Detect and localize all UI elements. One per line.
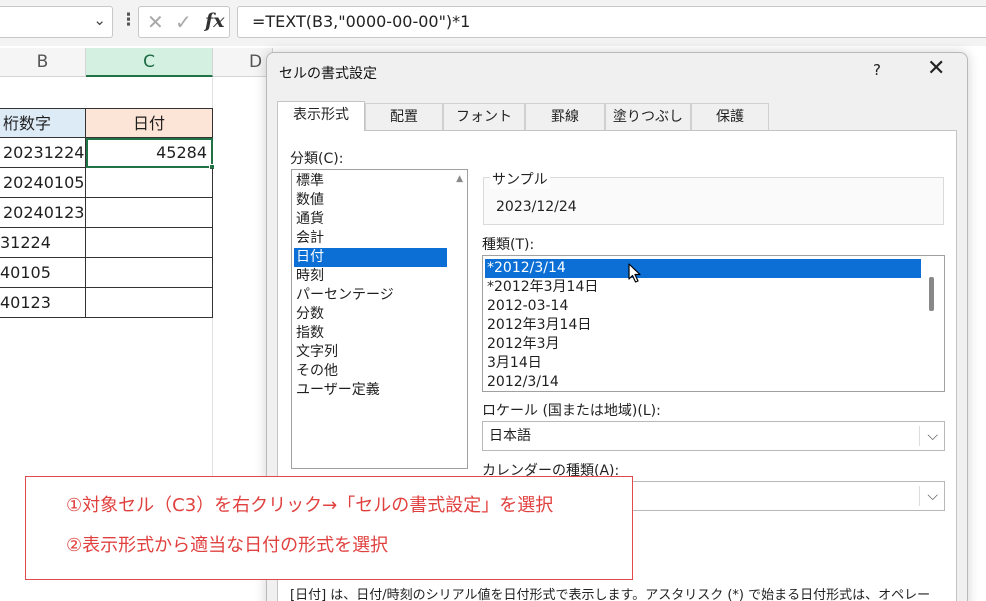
column-header-d[interactable]: D (213, 48, 273, 77)
cell-c8[interactable] (86, 288, 213, 318)
sample-label: サンプル (490, 169, 550, 189)
close-icon[interactable]: ✕ (927, 57, 945, 81)
vertical-dots-icon[interactable]: ⋮ (120, 10, 137, 30)
divider (919, 486, 920, 506)
tab-bar: 表示形式 配置 フォント 罫線 塗りつぶし 保護 (277, 101, 957, 131)
cell-c3[interactable]: 45284 (86, 138, 213, 168)
list-item[interactable]: 時刻 (294, 267, 447, 286)
tab-font[interactable]: フォント (443, 103, 525, 130)
type-label: 種類(T): (482, 237, 535, 253)
cell-c4[interactable] (86, 168, 213, 198)
tab-number[interactable]: 表示形式 (277, 101, 365, 131)
formula-bar: ⌄ ⋮ ✕ ✓ fx =TEXT(B3,"0000-00-00")*1 (0, 0, 986, 46)
cell-c6[interactable] (86, 228, 213, 258)
instruction-callout: ①対象セル（C3）を右クリック→「セルの書式設定」を選択 ②表示形式から適当な日… (25, 476, 633, 580)
format-description: [日付] は、日付/時刻のシリアル値を日付形式で表示します。アスタリスク (*)… (290, 588, 931, 601)
list-item[interactable]: 2012-03-14 (485, 297, 921, 316)
help-icon[interactable]: ? (873, 61, 881, 79)
cell-b4[interactable]: 20240105 (0, 168, 86, 198)
list-item[interactable]: その他 (294, 362, 447, 381)
formula-input[interactable]: =TEXT(B3,"0000-00-00")*1 (237, 6, 986, 38)
cell-b8[interactable]: 40123 (0, 288, 86, 318)
cell-b3[interactable]: 20231224 (0, 138, 86, 168)
chevron-down-icon[interactable]: ⌄ (93, 11, 106, 29)
list-item-selected[interactable]: 日付 (294, 248, 447, 267)
list-item[interactable]: 指数 (294, 324, 447, 343)
mouse-cursor-icon (628, 263, 641, 283)
check-icon[interactable]: ✓ (175, 10, 192, 34)
locale-value: 日本語 (489, 428, 531, 444)
cell-c7[interactable] (86, 258, 213, 288)
locale-label: ロケール (国または地域)(L): (482, 403, 661, 419)
scrollbar-thumb[interactable] (929, 277, 934, 311)
list-item-selected[interactable]: *2012/3/14 (485, 259, 921, 278)
list-item[interactable]: 数値 (294, 191, 447, 210)
list-item[interactable]: パーセンテージ (294, 286, 447, 305)
instruction-step-2: ②表示形式から適当な日付の形式を選択 (66, 535, 389, 556)
divider (919, 426, 920, 446)
scroll-up-icon[interactable]: ▲ (456, 174, 463, 184)
column-header-c[interactable]: C (86, 48, 213, 77)
instruction-step-1: ①対象セル（C3）を右クリック→「セルの書式設定」を選択 (66, 495, 554, 516)
formula-controls: ✕ ✓ fx (138, 6, 230, 38)
cell-b6[interactable]: 31224 (0, 228, 86, 258)
chevron-down-icon[interactable]: ⌵ (927, 482, 938, 510)
list-item[interactable]: 2012年3月14日 (485, 316, 921, 335)
tab-fill[interactable]: 塗りつぶし (605, 103, 691, 130)
list-item[interactable]: 2012/3/14 (485, 373, 921, 391)
locale-select[interactable]: 日本語 ⌵ (482, 421, 945, 451)
category-label: 分類(C): (290, 151, 344, 167)
cell-b7[interactable]: 40105 (0, 258, 86, 288)
list-item[interactable]: 文字列 (294, 343, 447, 362)
cell-c5[interactable] (86, 198, 213, 228)
fx-icon[interactable]: fx (205, 10, 225, 32)
dialog-title: セルの書式設定 (279, 66, 377, 82)
list-item[interactable]: 通貨 (294, 210, 447, 229)
list-item[interactable]: 2012年3月 (485, 335, 921, 354)
list-item[interactable]: *2012年3月14日 (485, 278, 921, 297)
tab-alignment[interactable]: 配置 (365, 103, 443, 130)
cross-icon[interactable]: ✕ (147, 10, 164, 34)
name-box[interactable]: ⌄ (0, 6, 113, 38)
tab-border[interactable]: 罫線 (525, 103, 605, 130)
list-item[interactable]: 3月14日 (485, 354, 921, 373)
tab-protection[interactable]: 保護 (691, 103, 769, 130)
cell-b2[interactable]: 桁数字 (0, 108, 86, 138)
column-header-b[interactable]: B (0, 48, 86, 77)
list-item[interactable]: ユーザー定義 (294, 381, 447, 400)
chevron-down-icon[interactable]: ⌵ (927, 422, 938, 450)
sample-value: 2023/12/24 (496, 199, 577, 215)
list-item[interactable]: 標準 (294, 172, 447, 191)
list-item[interactable]: 会計 (294, 229, 447, 248)
cell-c2[interactable]: 日付 (85, 108, 213, 138)
type-list[interactable]: *2012/3/14 *2012年3月14日 2012-03-14 2012年3… (482, 255, 945, 392)
cell-b5[interactable]: 20240123 (0, 198, 86, 228)
category-list[interactable]: ▲ 標準 数値 通貨 会計 日付 時刻 パーセンテージ 分数 指数 文字列 その… (291, 169, 468, 469)
list-item[interactable]: 分数 (294, 305, 447, 324)
